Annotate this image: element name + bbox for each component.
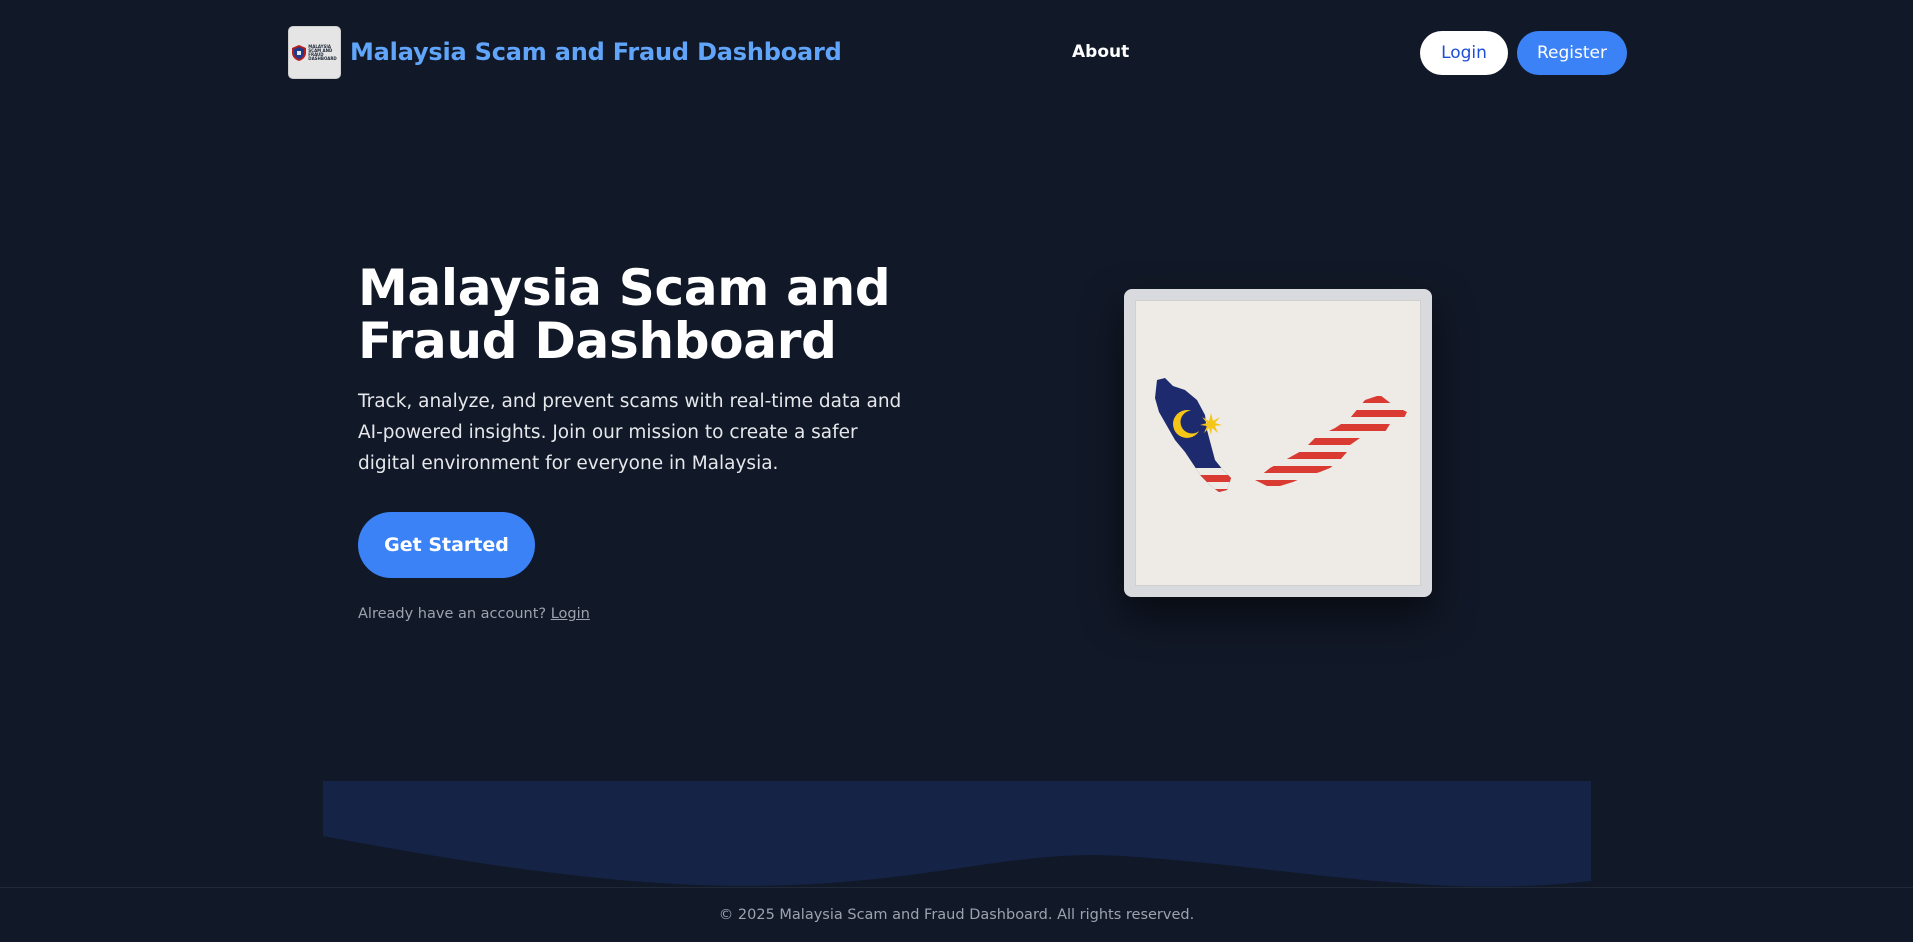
landing-page: MALAYSIA SCAM AND FRAUD DASHBOARD Malays… [0, 0, 1913, 942]
hero-image [1135, 300, 1421, 586]
account-login-link[interactable]: Login [551, 606, 590, 622]
get-started-button[interactable]: Get Started [358, 512, 535, 578]
hero-description: Track, analyze, and prevent scams with r… [358, 391, 902, 474]
wave-section [323, 781, 1591, 887]
logo-wordmark: MALAYSIA SCAM AND FRAUD DASHBOARD [308, 44, 337, 61]
top-navbar: MALAYSIA SCAM AND FRAUD DASHBOARD Malays… [0, 0, 1913, 106]
register-button[interactable]: Register [1517, 31, 1627, 75]
wave-shape [323, 836, 1591, 887]
account-prompt: Already have an account? Login [358, 606, 590, 622]
brand-title-link[interactable]: Malaysia Scam and Fraud Dashboard [350, 38, 842, 66]
malaysia-flag-map-icon [1155, 378, 1407, 492]
login-button[interactable]: Login [1420, 31, 1508, 75]
site-footer: © 2025 Malaysia Scam and Fraud Dashboard… [0, 887, 1913, 942]
hero-title: Malaysia Scam and Fraud Dashboard [358, 259, 891, 370]
hero-image-frame [1124, 289, 1432, 597]
account-prompt-text: Already have an account? [358, 606, 547, 622]
footer-copyright: © 2025 Malaysia Scam and Fraud Dashboard… [718, 907, 1195, 923]
logo-text-line: DASHBOARD [308, 55, 337, 61]
east-malaysia-shape [1255, 395, 1407, 486]
nav-about-link[interactable]: About [1072, 42, 1129, 62]
shield-icon [292, 44, 307, 61]
site-logo[interactable]: MALAYSIA SCAM AND FRAUD DASHBOARD [288, 26, 341, 79]
